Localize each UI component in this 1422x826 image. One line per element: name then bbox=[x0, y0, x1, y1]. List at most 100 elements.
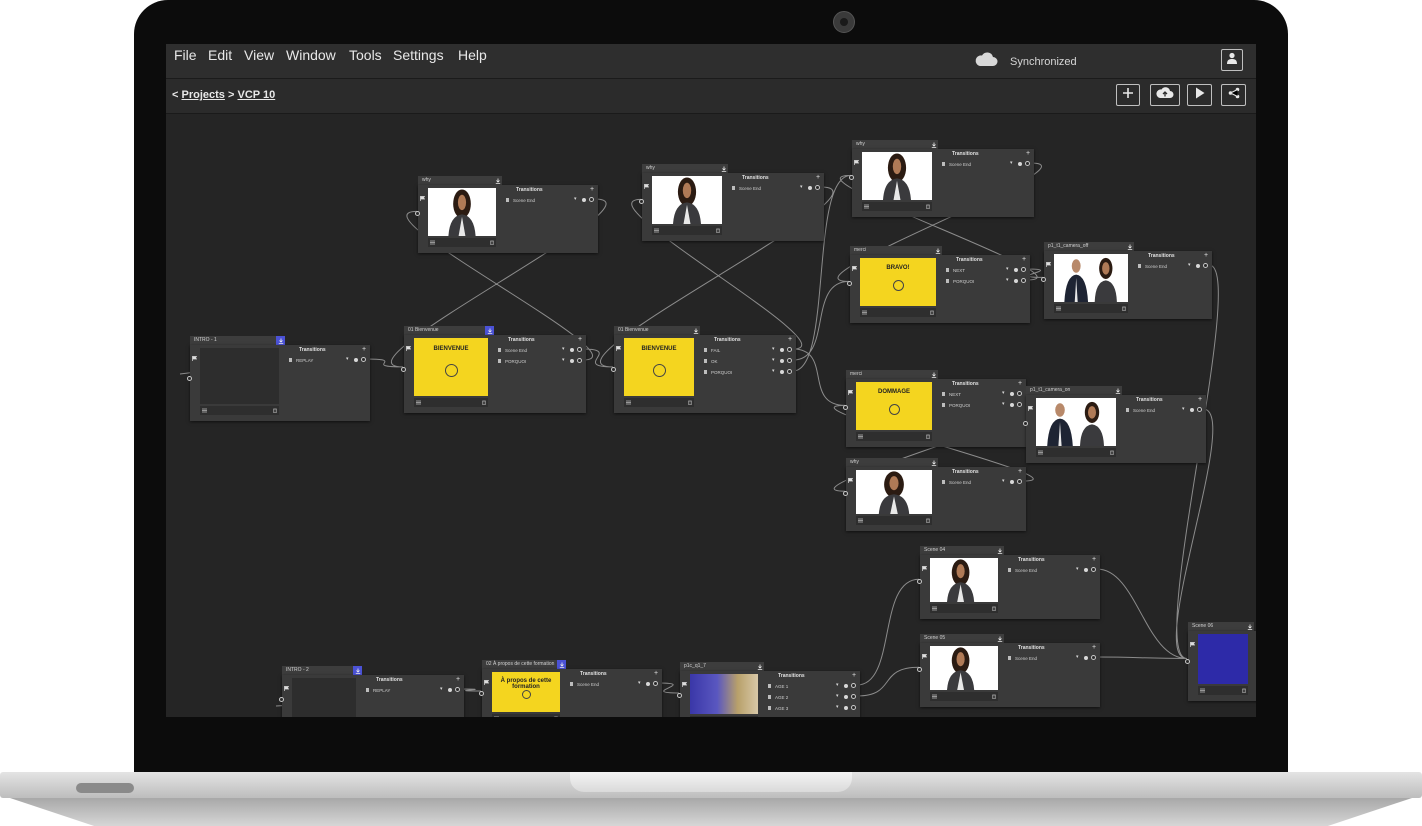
gear-icon[interactable] bbox=[570, 348, 574, 352]
gear-icon[interactable] bbox=[354, 358, 358, 362]
download-icon[interactable] bbox=[929, 458, 938, 467]
chevron-down-icon[interactable]: ▾ bbox=[562, 358, 565, 363]
gear-icon[interactable] bbox=[1010, 392, 1014, 396]
flag-icon[interactable] bbox=[484, 672, 490, 685]
gear-icon[interactable] bbox=[844, 706, 848, 710]
gear-icon[interactable] bbox=[582, 198, 586, 202]
flag-icon[interactable] bbox=[848, 470, 854, 483]
download-icon[interactable] bbox=[1113, 386, 1122, 395]
chevron-down-icon[interactable]: ▾ bbox=[638, 681, 641, 686]
transition-row[interactable]: FAIL bbox=[704, 346, 720, 354]
scene-thumbnail[interactable] bbox=[428, 188, 496, 236]
upload-button[interactable] bbox=[1150, 84, 1180, 106]
scene-node-title[interactable]: 02 À propos de cette formation bbox=[482, 660, 557, 669]
download-icon[interactable] bbox=[929, 370, 938, 379]
output-port[interactable] bbox=[1021, 278, 1026, 283]
add-transition-button[interactable]: + bbox=[1018, 468, 1022, 475]
gear-icon[interactable] bbox=[780, 348, 784, 352]
transition-row[interactable]: NEXT bbox=[942, 390, 961, 398]
scene-node[interactable]: Scene 05 Transitions + Scene End ▾ bbox=[917, 634, 1100, 707]
input-port[interactable] bbox=[1023, 421, 1028, 427]
transition-row[interactable]: PORQUOI bbox=[704, 368, 732, 376]
chevron-down-icon[interactable]: ▾ bbox=[440, 687, 443, 692]
scene-node[interactable]: 02 À propos de cette formation À propos d… bbox=[479, 660, 662, 717]
flag-icon[interactable] bbox=[922, 646, 928, 659]
download-icon[interactable] bbox=[691, 326, 700, 335]
output-port[interactable] bbox=[1197, 407, 1202, 412]
scene-node[interactable]: 01 Bienvenue BIENVENUE Transitions + FAIL ▾ OK… bbox=[611, 326, 796, 413]
add-transition-button[interactable]: + bbox=[590, 186, 594, 193]
scene-thumbnail[interactable]: BIENVENUE bbox=[624, 338, 694, 396]
chevron-down-icon[interactable]: ▾ bbox=[346, 357, 349, 362]
scene-node[interactable]: Scene 06 bbox=[1185, 622, 1256, 701]
chevron-down-icon[interactable]: ▾ bbox=[1002, 479, 1005, 484]
flag-icon[interactable] bbox=[616, 338, 622, 351]
download-icon[interactable] bbox=[995, 546, 1004, 555]
output-port[interactable] bbox=[1021, 267, 1026, 272]
flag-icon[interactable] bbox=[1190, 634, 1196, 647]
download-icon[interactable] bbox=[929, 140, 938, 149]
transition-row[interactable]: Scene End bbox=[1138, 262, 1167, 270]
scene-node[interactable]: merci BRAVO! Transitions + NEXT ▾ PORQUOI ▾ bbox=[847, 246, 1030, 323]
download-icon[interactable] bbox=[1245, 622, 1254, 631]
scene-node-title[interactable]: p1_t1_camera_on bbox=[1026, 386, 1113, 395]
scene-node-title[interactable]: p1_t1_camera_off bbox=[1044, 242, 1125, 251]
output-port[interactable] bbox=[577, 358, 582, 363]
scene-thumbnail[interactable] bbox=[690, 674, 758, 714]
scene-thumbnail[interactable] bbox=[200, 348, 279, 404]
transition-row[interactable]: Scene End bbox=[506, 196, 535, 204]
output-port[interactable] bbox=[1091, 567, 1096, 572]
scene-node[interactable]: p1_t1_camera_off Transitions + Scene End ▾ bbox=[1041, 242, 1212, 319]
input-port[interactable] bbox=[479, 691, 484, 696]
gear-icon[interactable] bbox=[780, 359, 784, 363]
transition-row[interactable]: Scene End bbox=[942, 478, 971, 486]
scene-node-title[interactable]: why bbox=[852, 140, 929, 149]
chevron-down-icon[interactable]: ▾ bbox=[1002, 391, 1005, 396]
add-transition-button[interactable]: + bbox=[1198, 396, 1202, 403]
chevron-down-icon[interactable]: ▾ bbox=[1010, 161, 1013, 166]
output-port[interactable] bbox=[455, 687, 460, 692]
transition-row[interactable]: AGE 1 bbox=[768, 682, 788, 690]
chevron-down-icon[interactable]: ▾ bbox=[574, 197, 577, 202]
chevron-down-icon[interactable]: ▾ bbox=[772, 347, 775, 352]
flag-icon[interactable] bbox=[406, 338, 412, 351]
transition-row[interactable]: Scene End bbox=[1008, 566, 1037, 574]
input-port[interactable] bbox=[187, 375, 192, 381]
transition-row[interactable]: Scene End bbox=[732, 184, 761, 192]
add-transition-button[interactable]: + bbox=[654, 670, 658, 677]
transition-row[interactable]: PORQUOI bbox=[946, 277, 974, 285]
add-transition-button[interactable]: + bbox=[578, 336, 582, 343]
scene-node[interactable]: why Transitions + Scene End ▾ bbox=[843, 458, 1026, 531]
scene-thumbnail[interactable] bbox=[856, 470, 932, 514]
chevron-down-icon[interactable]: ▾ bbox=[1076, 567, 1079, 572]
gear-icon[interactable] bbox=[844, 695, 848, 699]
gear-icon[interactable] bbox=[1014, 279, 1018, 283]
transition-row[interactable]: Scene End bbox=[498, 346, 527, 354]
chevron-down-icon[interactable]: ▾ bbox=[1002, 402, 1005, 407]
download-icon[interactable] bbox=[933, 246, 942, 255]
transition-row[interactable]: NEXT bbox=[946, 266, 965, 274]
chevron-down-icon[interactable]: ▾ bbox=[836, 694, 839, 699]
menu-file[interactable]: File bbox=[174, 47, 197, 63]
add-transition-button[interactable]: + bbox=[1022, 256, 1026, 263]
gear-icon[interactable] bbox=[780, 370, 784, 374]
download-icon[interactable] bbox=[276, 336, 285, 345]
scene-node-title[interactable]: 01 Bienvenue bbox=[614, 326, 691, 335]
output-port[interactable] bbox=[815, 185, 820, 190]
transition-row[interactable]: Scene End bbox=[570, 680, 599, 688]
scene-node-title[interactable]: why bbox=[418, 176, 493, 185]
flag-icon[interactable] bbox=[854, 152, 860, 165]
scene-node[interactable]: why Transitions + Scene End ▾ bbox=[639, 164, 824, 241]
scene-thumbnail[interactable]: À propos de cette formation bbox=[492, 672, 560, 712]
flag-icon[interactable] bbox=[644, 176, 650, 189]
add-transition-button[interactable]: + bbox=[852, 672, 856, 679]
menu-view[interactable]: View bbox=[244, 47, 274, 63]
gear-icon[interactable] bbox=[1196, 264, 1200, 268]
transition-row[interactable]: Scene End bbox=[1008, 654, 1037, 662]
scene-node-title[interactable]: Scene 04 bbox=[920, 546, 995, 555]
gear-icon[interactable] bbox=[448, 688, 452, 692]
chevron-down-icon[interactable]: ▾ bbox=[1006, 278, 1009, 283]
gear-icon[interactable] bbox=[1010, 480, 1014, 484]
gear-icon[interactable] bbox=[1190, 408, 1194, 412]
flag-icon[interactable] bbox=[682, 674, 688, 687]
